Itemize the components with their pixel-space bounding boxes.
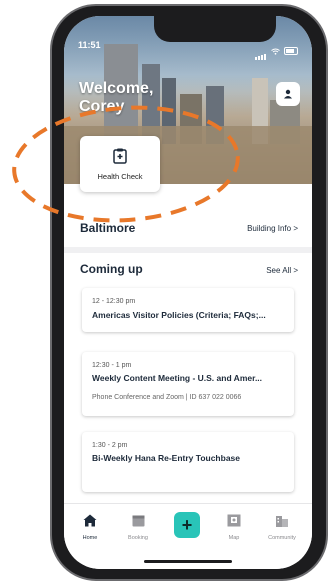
user-name: Corey: [79, 98, 125, 115]
coming-up-title: Coming up: [80, 262, 143, 276]
event-time: 12:30 - 1 pm: [92, 362, 132, 369]
app-screen: 11:51 Welcome, Corey Health Check Baltim…: [64, 16, 312, 569]
event-title: Bi-Weekly Hana Re-Entry Touchbase: [92, 453, 241, 463]
clipboard-health-icon: [113, 148, 127, 164]
community-icon: [276, 516, 288, 527]
welcome-line: Welcome,: [79, 80, 154, 97]
tab-booking-label: Booking: [128, 535, 148, 541]
home-icon: [83, 514, 97, 527]
calendar-icon: [132, 515, 144, 527]
section-divider: [64, 247, 312, 253]
status-time: 11:51: [78, 40, 101, 50]
event-time: 12 - 12:30 pm: [92, 298, 136, 305]
tab-home-label: Home: [82, 535, 98, 541]
event-card[interactable]: 12 - 12:30 pm Americas Visitor Policies …: [82, 288, 294, 332]
tab-map-label: Map: [228, 535, 240, 541]
battery-icon: [284, 47, 298, 55]
see-all-link[interactable]: See All >: [266, 266, 298, 275]
signal-icon: [255, 42, 267, 60]
person-icon: [284, 89, 292, 99]
add-button[interactable]: +: [174, 512, 200, 538]
event-card[interactable]: 1:30 - 2 pm Bi-Weekly Hana Re-Entry Touc…: [82, 432, 294, 492]
plus-icon: +: [181, 515, 193, 535]
home-indicator: [144, 560, 232, 563]
tab-map[interactable]: Map: [214, 514, 254, 541]
tab-booking[interactable]: Booking: [118, 514, 158, 541]
device-notch: [154, 16, 276, 42]
event-location: Phone Conference and Zoom | ID 637 022 0…: [92, 394, 242, 401]
tab-community-label: Community: [268, 535, 296, 541]
status-icons: [255, 42, 298, 60]
event-title: Americas Visitor Policies (Criteria; FAQ…: [92, 310, 266, 320]
tab-community[interactable]: Community: [262, 514, 302, 541]
map-icon: [227, 514, 241, 527]
event-time: 1:30 - 2 pm: [92, 442, 128, 449]
event-title: Weekly Content Meeting - U.S. and Amer..…: [92, 373, 263, 383]
event-card[interactable]: 12:30 - 1 pm Weekly Content Meeting - U.…: [82, 352, 294, 416]
building-info-link[interactable]: Building Info >: [247, 224, 298, 233]
profile-button[interactable]: [276, 82, 300, 106]
health-check-label: Health Check: [97, 172, 143, 181]
location-row: Baltimore Building Info >: [80, 221, 298, 241]
wifi-icon: [271, 48, 280, 55]
tab-home[interactable]: Home: [70, 514, 110, 541]
welcome-greeting: Welcome, Corey: [79, 80, 153, 116]
health-check-card[interactable]: Health Check: [80, 136, 160, 192]
location-name: Baltimore: [80, 221, 136, 235]
